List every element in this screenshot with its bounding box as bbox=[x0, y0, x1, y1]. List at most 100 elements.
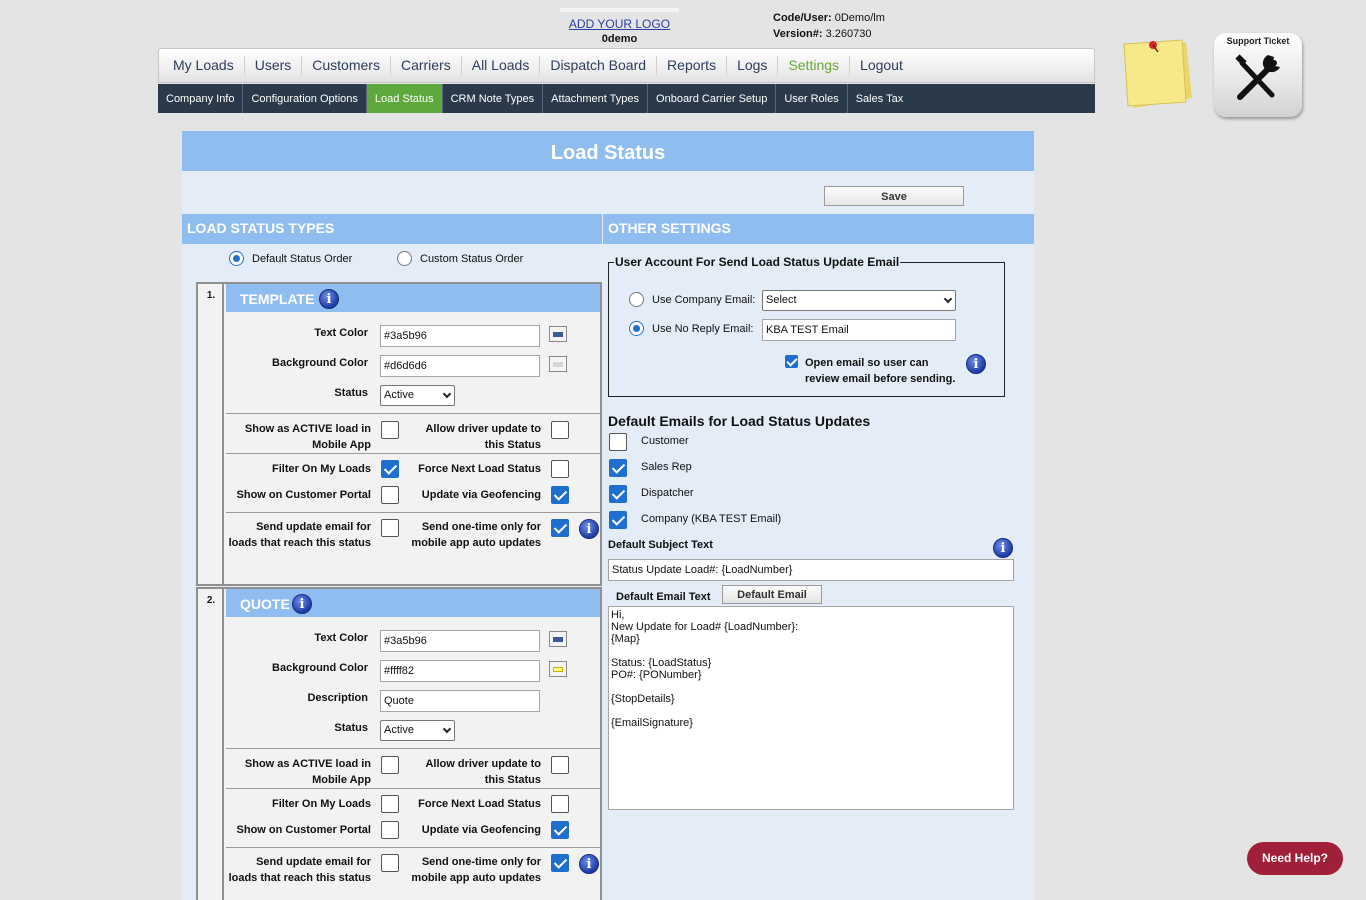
nav-item-users[interactable]: Users bbox=[245, 56, 303, 75]
version-value: 3.260730 bbox=[825, 28, 872, 40]
info-icon[interactable]: i bbox=[966, 354, 986, 374]
subnav-item-company-info[interactable]: Company Info bbox=[158, 84, 244, 113]
background-color-swatch[interactable] bbox=[549, 661, 567, 677]
settings-sub-nav: Company Info Configuration Options Load St… bbox=[158, 84, 1095, 113]
account-info: Code/User: 0Demo/lm Version#: 3.260730 bbox=[773, 10, 885, 42]
send-onetime-label-line1: Send one-time only for bbox=[421, 856, 541, 868]
text-color-input[interactable]: #3a5b96 bbox=[380, 630, 540, 652]
open-email-label-line1: Open email so user can bbox=[805, 357, 929, 369]
filter-my-loads-label: Filter On My Loads bbox=[271, 463, 371, 475]
show-active-checkbox[interactable] bbox=[381, 421, 399, 439]
show-portal-label: Show on Customer Portal bbox=[236, 489, 371, 501]
filter-my-loads-label: Filter On My Loads bbox=[271, 798, 371, 810]
show-active-checkbox[interactable] bbox=[381, 756, 399, 774]
chevron-down-icon bbox=[442, 389, 452, 399]
support-ticket-label: Support Ticket bbox=[1226, 36, 1290, 46]
send-onetime-checkbox[interactable] bbox=[551, 854, 569, 872]
subnav-item-user-roles[interactable]: User Roles bbox=[776, 84, 848, 113]
text-color-input[interactable]: #3a5b96 bbox=[380, 325, 540, 347]
need-help-button[interactable]: Need Help? bbox=[1247, 842, 1343, 875]
company-email-checkbox[interactable] bbox=[609, 511, 627, 529]
subnav-item-load-status[interactable]: Load Status bbox=[366, 84, 443, 113]
show-active-label-line2: Mobile App bbox=[312, 774, 371, 786]
company-email-radio[interactable] bbox=[629, 292, 644, 307]
subnav-item-sales-tax[interactable]: Sales Tax bbox=[848, 84, 912, 113]
geofencing-label: Update via Geofencing bbox=[421, 489, 541, 501]
dispatcher-email-checkbox[interactable] bbox=[609, 485, 627, 503]
nav-item-reports[interactable]: Reports bbox=[657, 56, 728, 75]
allow-driver-checkbox[interactable] bbox=[551, 756, 569, 774]
status-select[interactable]: Active bbox=[380, 720, 455, 741]
subject-input[interactable]: Status Update Load#: {LoadNumber} bbox=[608, 559, 1014, 581]
main-nav: My Loads Users Customers Carriers All Loads D… bbox=[158, 48, 1095, 83]
chevron-down-icon bbox=[442, 724, 452, 734]
nav-item-logout[interactable]: Logout bbox=[850, 56, 913, 75]
save-button[interactable]: Save bbox=[824, 186, 964, 206]
subnav-item-attachment-types[interactable]: Attachment Types bbox=[543, 84, 649, 113]
show-active-label: Show as ACTIVE load in Mobile App bbox=[228, 421, 371, 453]
send-update-label-line2: loads that reach this status bbox=[228, 537, 371, 549]
company-email-select[interactable]: Select bbox=[762, 290, 956, 311]
open-email-label: Open email so user can review email befor… bbox=[805, 355, 955, 387]
description-input[interactable]: Quote bbox=[380, 690, 540, 712]
text-color-label: Text Color bbox=[314, 327, 368, 339]
subnav-item-onboard-carrier-setup[interactable]: Onboard Carrier Setup bbox=[648, 84, 777, 113]
background-color-swatch[interactable] bbox=[549, 356, 567, 372]
email-body-textarea[interactable]: Hi, New Update for Load# {LoadNumber}: {… bbox=[608, 606, 1014, 810]
default-emails-title: Default Emails for Load Status Updates bbox=[608, 413, 871, 429]
status-number: 2. bbox=[206, 595, 216, 606]
text-color-swatch[interactable] bbox=[549, 631, 567, 647]
info-icon[interactable]: i bbox=[292, 594, 312, 614]
allow-driver-label-line2: this Status bbox=[484, 439, 541, 451]
default-order-label: Default Status Order bbox=[252, 253, 353, 265]
status-number: 1. bbox=[206, 290, 216, 301]
info-icon[interactable]: i bbox=[579, 854, 599, 874]
default-order-radio[interactable] bbox=[229, 251, 244, 266]
divider bbox=[226, 748, 600, 749]
open-email-checkbox[interactable] bbox=[785, 355, 798, 368]
info-icon[interactable]: i bbox=[993, 538, 1013, 558]
nav-item-all-loads[interactable]: All Loads bbox=[462, 56, 541, 75]
status-card: 2. QUOTE i Text Color #3a5b96 Background… bbox=[196, 587, 602, 900]
allow-driver-checkbox[interactable] bbox=[551, 421, 569, 439]
add-logo-link[interactable]: ADD YOUR LOGO bbox=[560, 17, 679, 31]
status-name: QUOTE bbox=[240, 596, 290, 612]
subnav-item-crm-note-types[interactable]: CRM Note Types bbox=[443, 84, 544, 113]
geofencing-checkbox[interactable] bbox=[551, 486, 569, 504]
nav-item-customers[interactable]: Customers bbox=[302, 56, 391, 75]
show-active-label-line1: Show as ACTIVE load in bbox=[244, 758, 371, 770]
nav-item-dispatch-board[interactable]: Dispatch Board bbox=[540, 56, 658, 75]
default-email-button[interactable]: Default Email bbox=[722, 585, 822, 604]
show-active-label-line2: Mobile App bbox=[312, 439, 371, 451]
no-reply-email-input[interactable]: KBA TEST Email bbox=[762, 319, 956, 341]
nav-item-settings[interactable]: Settings bbox=[778, 56, 851, 75]
version-label: Version#: bbox=[773, 28, 823, 40]
customer-email-checkbox[interactable] bbox=[609, 433, 627, 451]
nav-item-my-loads[interactable]: My Loads bbox=[163, 56, 245, 75]
status-select[interactable]: Active bbox=[380, 385, 455, 406]
background-color-input[interactable]: #ffff82 bbox=[380, 660, 540, 682]
background-color-label: Background Color bbox=[272, 357, 368, 369]
force-next-checkbox[interactable] bbox=[551, 460, 569, 478]
other-settings-header: OTHER SETTINGS bbox=[603, 214, 1034, 244]
support-ticket-button[interactable]: Support Ticket bbox=[1214, 33, 1302, 117]
geofencing-checkbox[interactable] bbox=[551, 821, 569, 839]
background-color-input[interactable]: #d6d6d6 bbox=[380, 355, 540, 377]
send-onetime-checkbox[interactable] bbox=[551, 519, 569, 537]
no-reply-email-radio[interactable] bbox=[629, 321, 644, 336]
sales-rep-email-checkbox[interactable] bbox=[609, 459, 627, 477]
geofencing-label: Update via Geofencing bbox=[421, 824, 541, 836]
status-card-header: TEMPLATE i bbox=[226, 284, 600, 312]
force-next-checkbox[interactable] bbox=[551, 795, 569, 813]
description-label: Description bbox=[307, 692, 368, 704]
text-color-swatch[interactable] bbox=[549, 326, 567, 342]
custom-order-radio[interactable] bbox=[397, 251, 412, 266]
info-icon[interactable]: i bbox=[579, 519, 599, 539]
info-icon[interactable]: i bbox=[319, 289, 339, 309]
sticky-note-icon[interactable] bbox=[1120, 38, 1196, 112]
company-email-recipient-label: Company (KBA TEST Email) bbox=[641, 513, 782, 525]
subnav-item-configuration-options[interactable]: Configuration Options bbox=[243, 84, 367, 113]
load-status-types-header: LOAD STATUS TYPES bbox=[182, 214, 602, 244]
nav-item-logs[interactable]: Logs bbox=[727, 56, 779, 75]
nav-item-carriers[interactable]: Carriers bbox=[391, 56, 462, 75]
